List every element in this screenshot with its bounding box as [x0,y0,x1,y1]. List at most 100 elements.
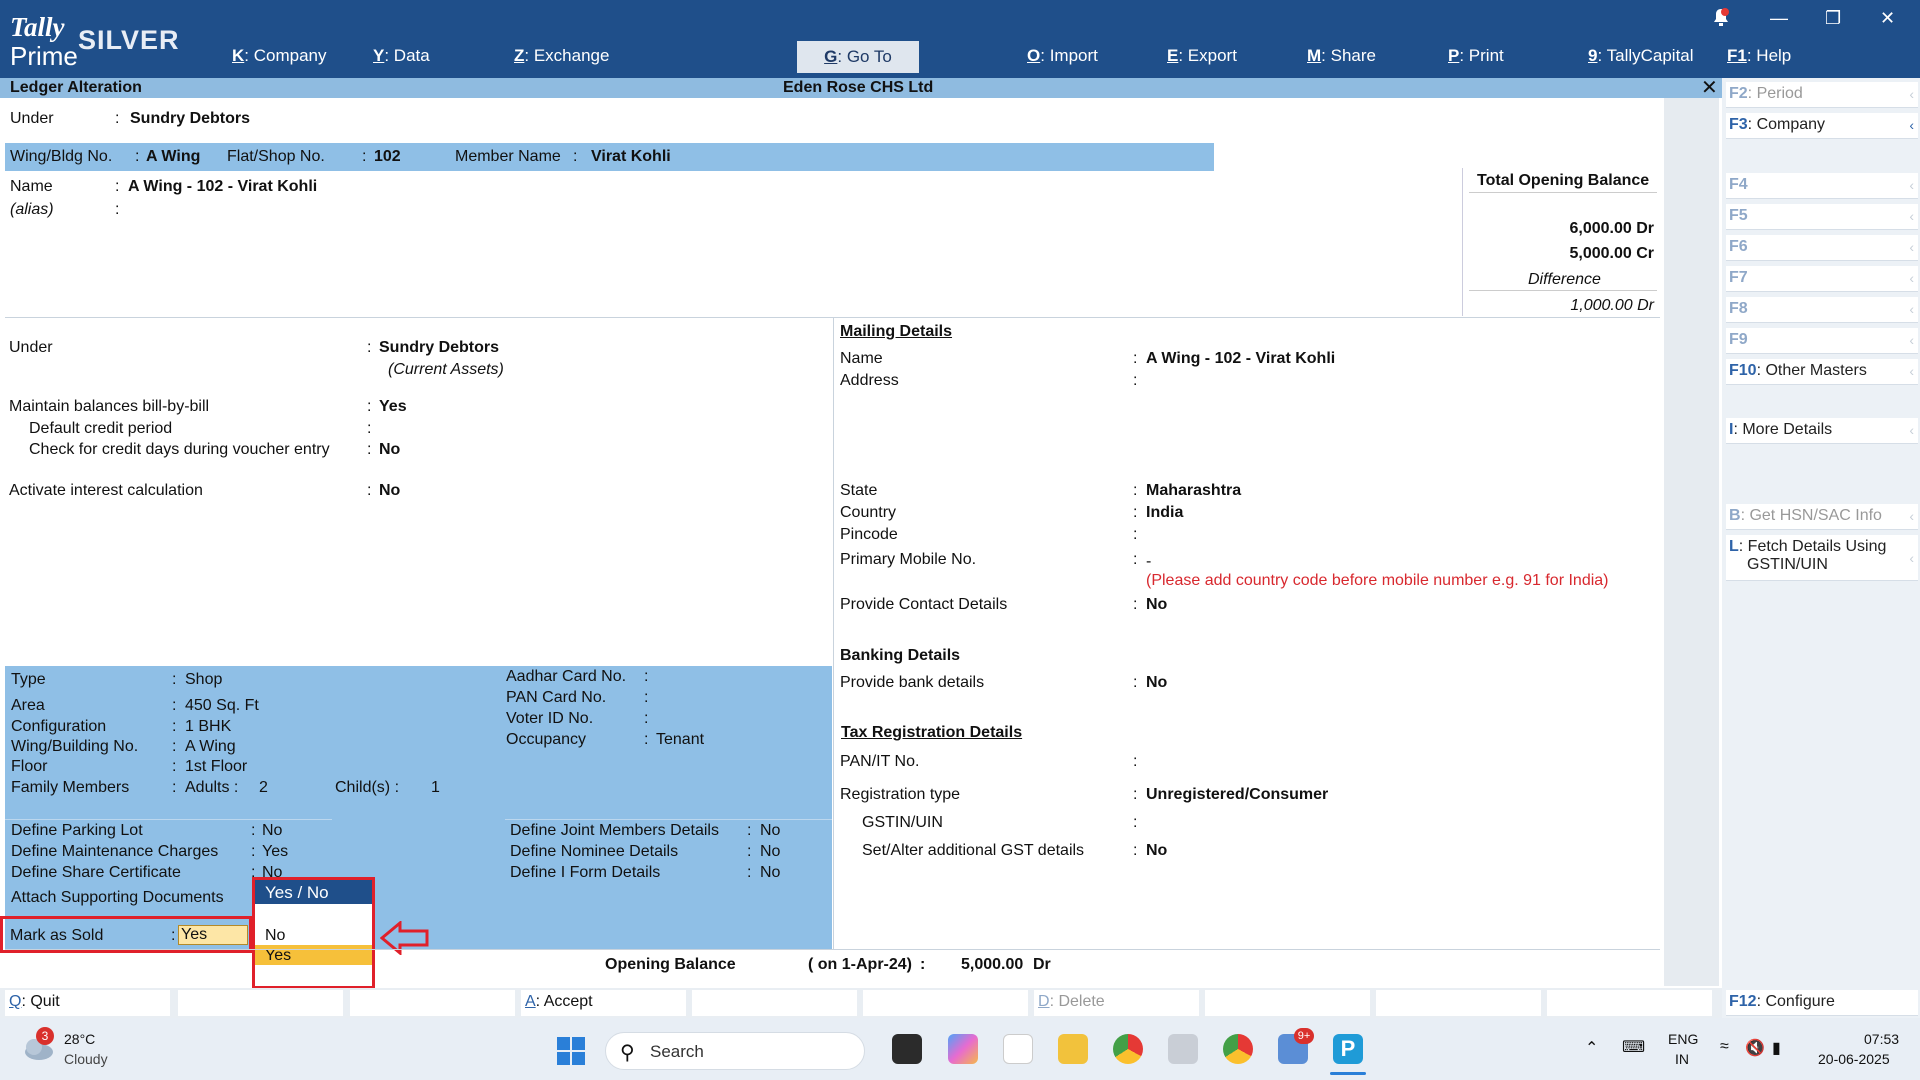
colon: : [747,822,752,839]
group-under-value[interactable]: Sundry Debtors [379,339,499,357]
name-value[interactable]: A Wing - 102 - Virat Kohli [128,178,317,196]
occupancy-value[interactable]: Tenant [656,731,704,749]
side-button-fetch-gstin[interactable]: L: Fetch Details Using GSTIN/UIN ‹ [1726,535,1918,581]
bank-value[interactable]: No [1146,674,1167,692]
bottom-button-empty-6[interactable] [1376,990,1541,1016]
clock-time[interactable]: 07:53 [1864,1031,1899,1047]
delete-button[interactable]: D: Delete [1034,990,1199,1016]
menu-export[interactable]: E: Export [1167,46,1237,66]
bottom-button-empty-7[interactable] [1547,990,1712,1016]
colon: : [115,201,120,218]
bill-by-bill-value[interactable]: Yes [379,398,407,416]
side-button-f5[interactable]: F5 ‹ [1726,204,1918,230]
reg-type-value[interactable]: Unregistered/Consumer [1146,786,1328,804]
side-button-f4[interactable]: F4 ‹ [1726,173,1918,199]
contact-value[interactable]: No [1146,596,1167,614]
parking-value[interactable]: No [262,822,282,840]
app-icon[interactable] [1003,1034,1033,1064]
chevron-up-icon[interactable]: ⌃ [1585,1038,1598,1058]
bottom-button-empty-2[interactable] [350,990,515,1016]
colon: : [367,441,372,458]
credit-period-label: Default credit period [29,420,173,437]
wifi-icon[interactable]: ≈ [1720,1038,1729,1056]
state-value[interactable]: Maharashtra [1146,482,1241,500]
nominee-value[interactable]: No [760,843,780,861]
check-credit-value[interactable]: No [379,441,400,459]
side-button-other-masters[interactable]: F10: Other Masters ‹ [1726,359,1918,385]
bottom-button-empty-1[interactable] [178,990,343,1016]
close-screen-icon[interactable]: ✕ [1701,75,1718,100]
keyboard-icon[interactable]: ⌨ [1622,1037,1645,1057]
side-button-f9[interactable]: F9 ‹ [1726,328,1918,354]
taskbar-search-box[interactable]: ⚲ Search [605,1032,865,1070]
windows-start-icon[interactable] [556,1036,586,1071]
side-button-f6[interactable]: F6 ‹ [1726,235,1918,261]
side-button-company[interactable]: F3: Company ‹ [1726,113,1918,139]
maintenance-value[interactable]: Yes [262,843,288,861]
quit-button[interactable]: Q: Quit [5,990,170,1016]
accept-button[interactable]: A: Accept [521,990,686,1016]
menu-exchange[interactable]: Z: Exchange [514,46,609,66]
tally-prime-icon[interactable]: P [1333,1034,1363,1064]
side-button-configure[interactable]: F12: Configure [1726,990,1918,1016]
colon: : [1133,551,1138,568]
form-scrollbar[interactable] [1664,98,1719,986]
iform-value[interactable]: No [760,864,780,882]
volume-muted-icon[interactable]: 🔇 [1745,1038,1765,1058]
dropdown-option-yes[interactable]: Yes [255,945,372,965]
prime-logo-text: Prime [10,41,78,71]
joint-members-value[interactable]: No [760,822,780,840]
interest-value[interactable]: No [379,482,400,500]
opening-balance-value[interactable]: 5,000.00 [961,956,1023,974]
language-secondary[interactable]: IN [1675,1051,1689,1067]
close-window-icon[interactable]: ✕ [1880,8,1895,29]
side-button-f8[interactable]: F8 ‹ [1726,297,1918,323]
menu-go-to[interactable]: G: Go To [797,41,919,73]
chrome-profile-icon[interactable] [1223,1034,1253,1064]
dropdown-option-no[interactable]: No [255,925,372,945]
floor-value[interactable]: 1st Floor [185,758,247,776]
bottom-button-empty-5[interactable] [1205,990,1370,1016]
gst-details-value[interactable]: No [1146,842,1167,860]
bottom-button-empty-3[interactable] [692,990,857,1016]
colon: : [644,731,649,748]
notification-bell-icon[interactable] [1712,8,1730,33]
language-primary[interactable]: ENG [1668,1031,1698,1047]
child-value[interactable]: 1 [431,779,440,797]
unit-wing-value[interactable]: A Wing [185,738,236,756]
file-explorer-icon[interactable] [1058,1034,1088,1064]
side-button-more-details[interactable]: I: More Details ‹ [1726,418,1918,444]
clock-date[interactable]: 20-06-2025 [1818,1051,1890,1067]
battery-icon[interactable]: ▮ [1772,1038,1781,1058]
mobile-value[interactable]: - [1146,553,1151,571]
copilot-icon[interactable] [948,1034,978,1064]
colon: : [367,482,372,499]
mark-as-sold-input[interactable]: Yes [178,925,248,945]
side-button-f7[interactable]: F7 ‹ [1726,266,1918,292]
side-button-period[interactable]: F2: Period ‹ [1726,82,1918,108]
app-icon-2[interactable] [1168,1034,1198,1064]
menu-import[interactable]: O: Import [1027,46,1098,66]
menu-help[interactable]: F1: Help [1727,46,1791,66]
restore-icon[interactable]: ❐ [1825,8,1841,29]
menu-print[interactable]: P: Print [1448,46,1504,66]
under-value: Sundry Debtors [130,110,251,127]
mailing-name-value[interactable]: A Wing - 102 - Virat Kohli [1146,350,1335,368]
colon: : [172,718,177,735]
minimize-icon[interactable]: — [1770,8,1788,29]
bottom-button-empty-4[interactable] [863,990,1028,1016]
country-value[interactable]: India [1146,504,1183,522]
colon: : [115,110,120,127]
menu-company[interactable]: K: Company [232,46,327,66]
adults-value[interactable]: 2 [259,779,268,797]
side-button-hsn-sac[interactable]: B: Get HSN/SAC Info ‹ [1726,504,1918,530]
configuration-value[interactable]: 1 BHK [185,718,231,736]
mark-as-sold-label: Mark as Sold [10,927,104,944]
area-value[interactable]: 450 Sq. Ft [185,697,259,715]
menu-tallycapital[interactable]: 9: TallyCapital [1588,46,1694,66]
chrome-icon[interactable] [1113,1034,1143,1064]
menu-share[interactable]: M: Share [1307,46,1376,66]
task-view-icon[interactable] [892,1034,922,1064]
type-value[interactable]: Shop [185,671,222,689]
menu-data[interactable]: Y: Data [373,46,430,66]
